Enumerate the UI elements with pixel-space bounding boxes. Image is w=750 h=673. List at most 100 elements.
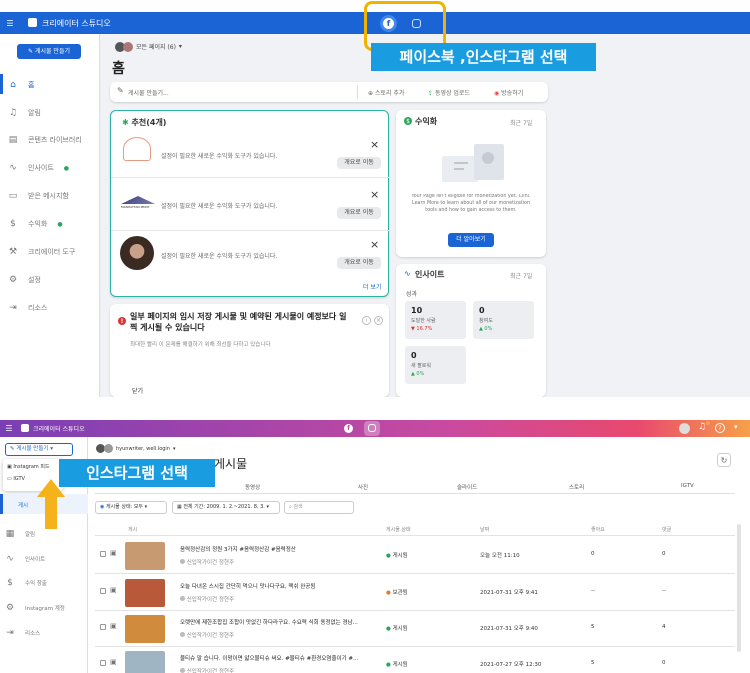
menu-icon[interactable]: ☰: [5, 16, 15, 30]
add-story-button[interactable]: ⊕ 스토리 추가: [368, 88, 404, 97]
tab-stories[interactable]: 스토리: [569, 483, 584, 491]
post-thumbnail[interactable]: [125, 615, 165, 643]
chevron-down-icon[interactable]: ▾: [734, 423, 738, 431]
page-selector[interactable]: 모든 페이지 (6) ▾: [115, 40, 182, 53]
create-post-button[interactable]: ✎ 게시물 만들기: [17, 44, 81, 59]
dropdown-option-igtv[interactable]: ▭ IGTV: [7, 476, 25, 482]
app-logo-icon: [21, 424, 29, 432]
nav-inbox[interactable]: ▭ 받은 메시지함: [8, 191, 69, 201]
post-caption[interactable]: 음력정산감의 정원 3가지 #음력정산감 #음력정산: [180, 545, 370, 553]
scrollbar[interactable]: [737, 524, 741, 652]
tab-photos[interactable]: 사진: [358, 483, 368, 491]
nav-insights[interactable]: ∿ 인사이트: [5, 554, 45, 564]
tab-igtv[interactable]: IGTV: [681, 483, 694, 489]
date-filter[interactable]: ▦ 전체 기간: 2009. 1. 2.~2021. 8. 3. ▾: [172, 501, 280, 514]
recommendation-text: 설정이 필요한 새로운 수익화 도구가 있습니다.: [161, 153, 278, 160]
go-to-overview-button[interactable]: 개요로 이동: [337, 157, 381, 169]
table-row[interactable]: ▣ 오늘 다녀온 스시집 간단히 먹으니 맛나다구요, 맥쉬 완공됨 신입작가이건…: [95, 574, 735, 611]
instagram-tab[interactable]: [364, 421, 380, 436]
stat-delta: ▼ 16.7%: [411, 326, 433, 332]
row-checkbox[interactable]: [100, 588, 106, 594]
post-thumbnail[interactable]: [125, 651, 165, 673]
post-likes: --: [591, 588, 595, 594]
refresh-icon[interactable]: ↻: [717, 453, 731, 467]
composer-input[interactable]: 게시물 만들기...: [128, 88, 169, 97]
table-row[interactable]: ▣ 오랫만에 제한조합집 조합이 맛없긴 하다라구요. 수요력 식회 동정없는 경…: [95, 610, 735, 647]
nav-label: 알림: [25, 532, 36, 538]
nav-label: 수익화: [28, 220, 48, 228]
recommendations-card: ✱ 추천(4개) 설정이 필요한 새로운 수익화 도구가 있습니다. × 개요로…: [110, 110, 390, 297]
manhattan-print-logo: MANHATTAN PRINT: [121, 196, 155, 212]
post-status-text: 게시됨: [392, 626, 408, 632]
row-checkbox[interactable]: [100, 660, 106, 666]
close-icon[interactable]: ×: [370, 189, 379, 200]
tab-videos[interactable]: 동영상: [245, 483, 260, 491]
help-icon[interactable]: ?: [715, 423, 725, 433]
nav-monetization[interactable]: $ 수익화 ●: [8, 219, 63, 229]
post-status: ● 보관됨: [386, 588, 408, 596]
post-thumbnail[interactable]: [125, 542, 165, 570]
tab-slides[interactable]: 슬라이드: [457, 483, 477, 491]
close-icon[interactable]: ×: [370, 139, 379, 150]
post-author-text: 신입작가이건 정현주: [186, 597, 235, 603]
row-checkbox[interactable]: [100, 551, 106, 557]
learn-more-button[interactable]: 더 알아보기: [448, 233, 494, 247]
chevron-down-icon: ▾: [48, 446, 53, 452]
recommendation-text: 설정이 필요한 새로운 수익화 도구가 있습니다.: [161, 203, 278, 210]
nav-resources[interactable]: ⇥ 리소스: [5, 628, 40, 638]
post-caption[interactable]: 오늘 다녀온 스시집 간단히 먹으니 맛나다구요, 맥쉬 완공됨: [180, 582, 370, 590]
nav-notifications[interactable]: ▦ 알림: [5, 529, 35, 539]
post-status-text: 보관됨: [392, 590, 408, 596]
go-to-overview-button[interactable]: 개요로 이동: [337, 257, 381, 269]
dropdown-option-instagram-feed[interactable]: ▣ Instagram 피드: [7, 463, 50, 470]
status-dot: ●: [63, 164, 70, 172]
close-icon[interactable]: ×: [374, 316, 383, 325]
nav-content-library[interactable]: ▤ 콘텐츠 라이브러리: [8, 135, 82, 145]
post-likes: 5: [591, 624, 595, 630]
page-title: 게시물: [214, 457, 248, 471]
lotus-logo-icon: [123, 137, 151, 161]
nav-home[interactable]: ⌂ 홈: [8, 80, 34, 90]
nav-instagram-account[interactable]: ⚙ Instagram 계정: [5, 603, 65, 613]
avatar: [180, 632, 185, 637]
logo-text: MANHATTAN PRINT: [121, 205, 150, 209]
chevron-down-icon: ▾: [143, 504, 148, 510]
post-caption[interactable]: 오랫만에 제한조합집 조합이 맛없긴 하다라구요. 수요력 식회 동정없는 경남…: [180, 618, 370, 626]
close-icon[interactable]: ×: [370, 239, 379, 250]
table-row[interactable]: ▣ 음력정산감의 정원 3가지 #음력정산감 #음력정산 신입작가이건 정현주 ● …: [95, 537, 735, 574]
facebook-icon[interactable]: f: [344, 424, 353, 433]
upload-video-button[interactable]: ⇪ 동영상 업로드: [428, 88, 470, 97]
nav-insights[interactable]: ∿ 인사이트 ●: [8, 163, 69, 173]
account-selector[interactable]: hyunwriter, well.login ▾: [96, 444, 176, 453]
create-post-button[interactable]: ✎ 게시물 만들기 ▾: [5, 443, 73, 456]
bell-icon[interactable]: ♫: [698, 422, 706, 432]
row-checkbox[interactable]: [100, 624, 106, 630]
go-to-overview-button[interactable]: 개요로 이동: [337, 207, 381, 219]
dollar-icon: $: [10, 219, 16, 229]
chevron-down-icon: ▾: [178, 43, 182, 50]
profile-photo: [120, 236, 154, 270]
avatar[interactable]: [679, 423, 690, 434]
add-story-label: 스토리 추가: [374, 90, 405, 97]
go-live-button[interactable]: ◉ 방송하기: [494, 88, 523, 97]
see-more-link[interactable]: 더 보기: [363, 282, 381, 291]
stat-value: 0: [479, 306, 485, 315]
nav-settings[interactable]: ⚙ 설정: [8, 275, 41, 285]
search-input[interactable]: ⌕ 검색: [284, 501, 354, 514]
menu-icon[interactable]: ☰: [4, 422, 14, 435]
upload-video-label: 동영상 업로드: [434, 90, 470, 97]
post-caption[interactable]: 물티슈 말 습니다. 이왕이면 얇으물티슈 써요. #물티슈 #환경오염줄이기 …: [180, 654, 370, 662]
nav-resources[interactable]: ⇥ 리소스: [8, 303, 47, 313]
status-filter[interactable]: ◉ 게시물 상태: 모두 ▾: [95, 501, 167, 514]
status-dot: ●: [57, 220, 63, 228]
nav-notifications[interactable]: ♫ 알림: [8, 108, 41, 118]
close-alert-button[interactable]: 닫기: [132, 386, 143, 395]
platform-callout-text: 페이스북 ,인스타그램 선택: [399, 48, 568, 66]
plus-icon: ⊕: [368, 90, 375, 97]
nav-monetization[interactable]: $ 수익 창출: [5, 578, 47, 588]
table-row[interactable]: ▣ 물티슈 말 습니다. 이왕이면 얇으물티슈 써요. #물티슈 #환경오염줄이기…: [95, 646, 735, 673]
post-thumbnail[interactable]: [125, 579, 165, 607]
info-icon[interactable]: i: [362, 316, 371, 325]
resources-icon: ⇥: [9, 303, 17, 313]
nav-creator-tools[interactable]: ⚒ 크리에이터 도구: [8, 247, 75, 257]
